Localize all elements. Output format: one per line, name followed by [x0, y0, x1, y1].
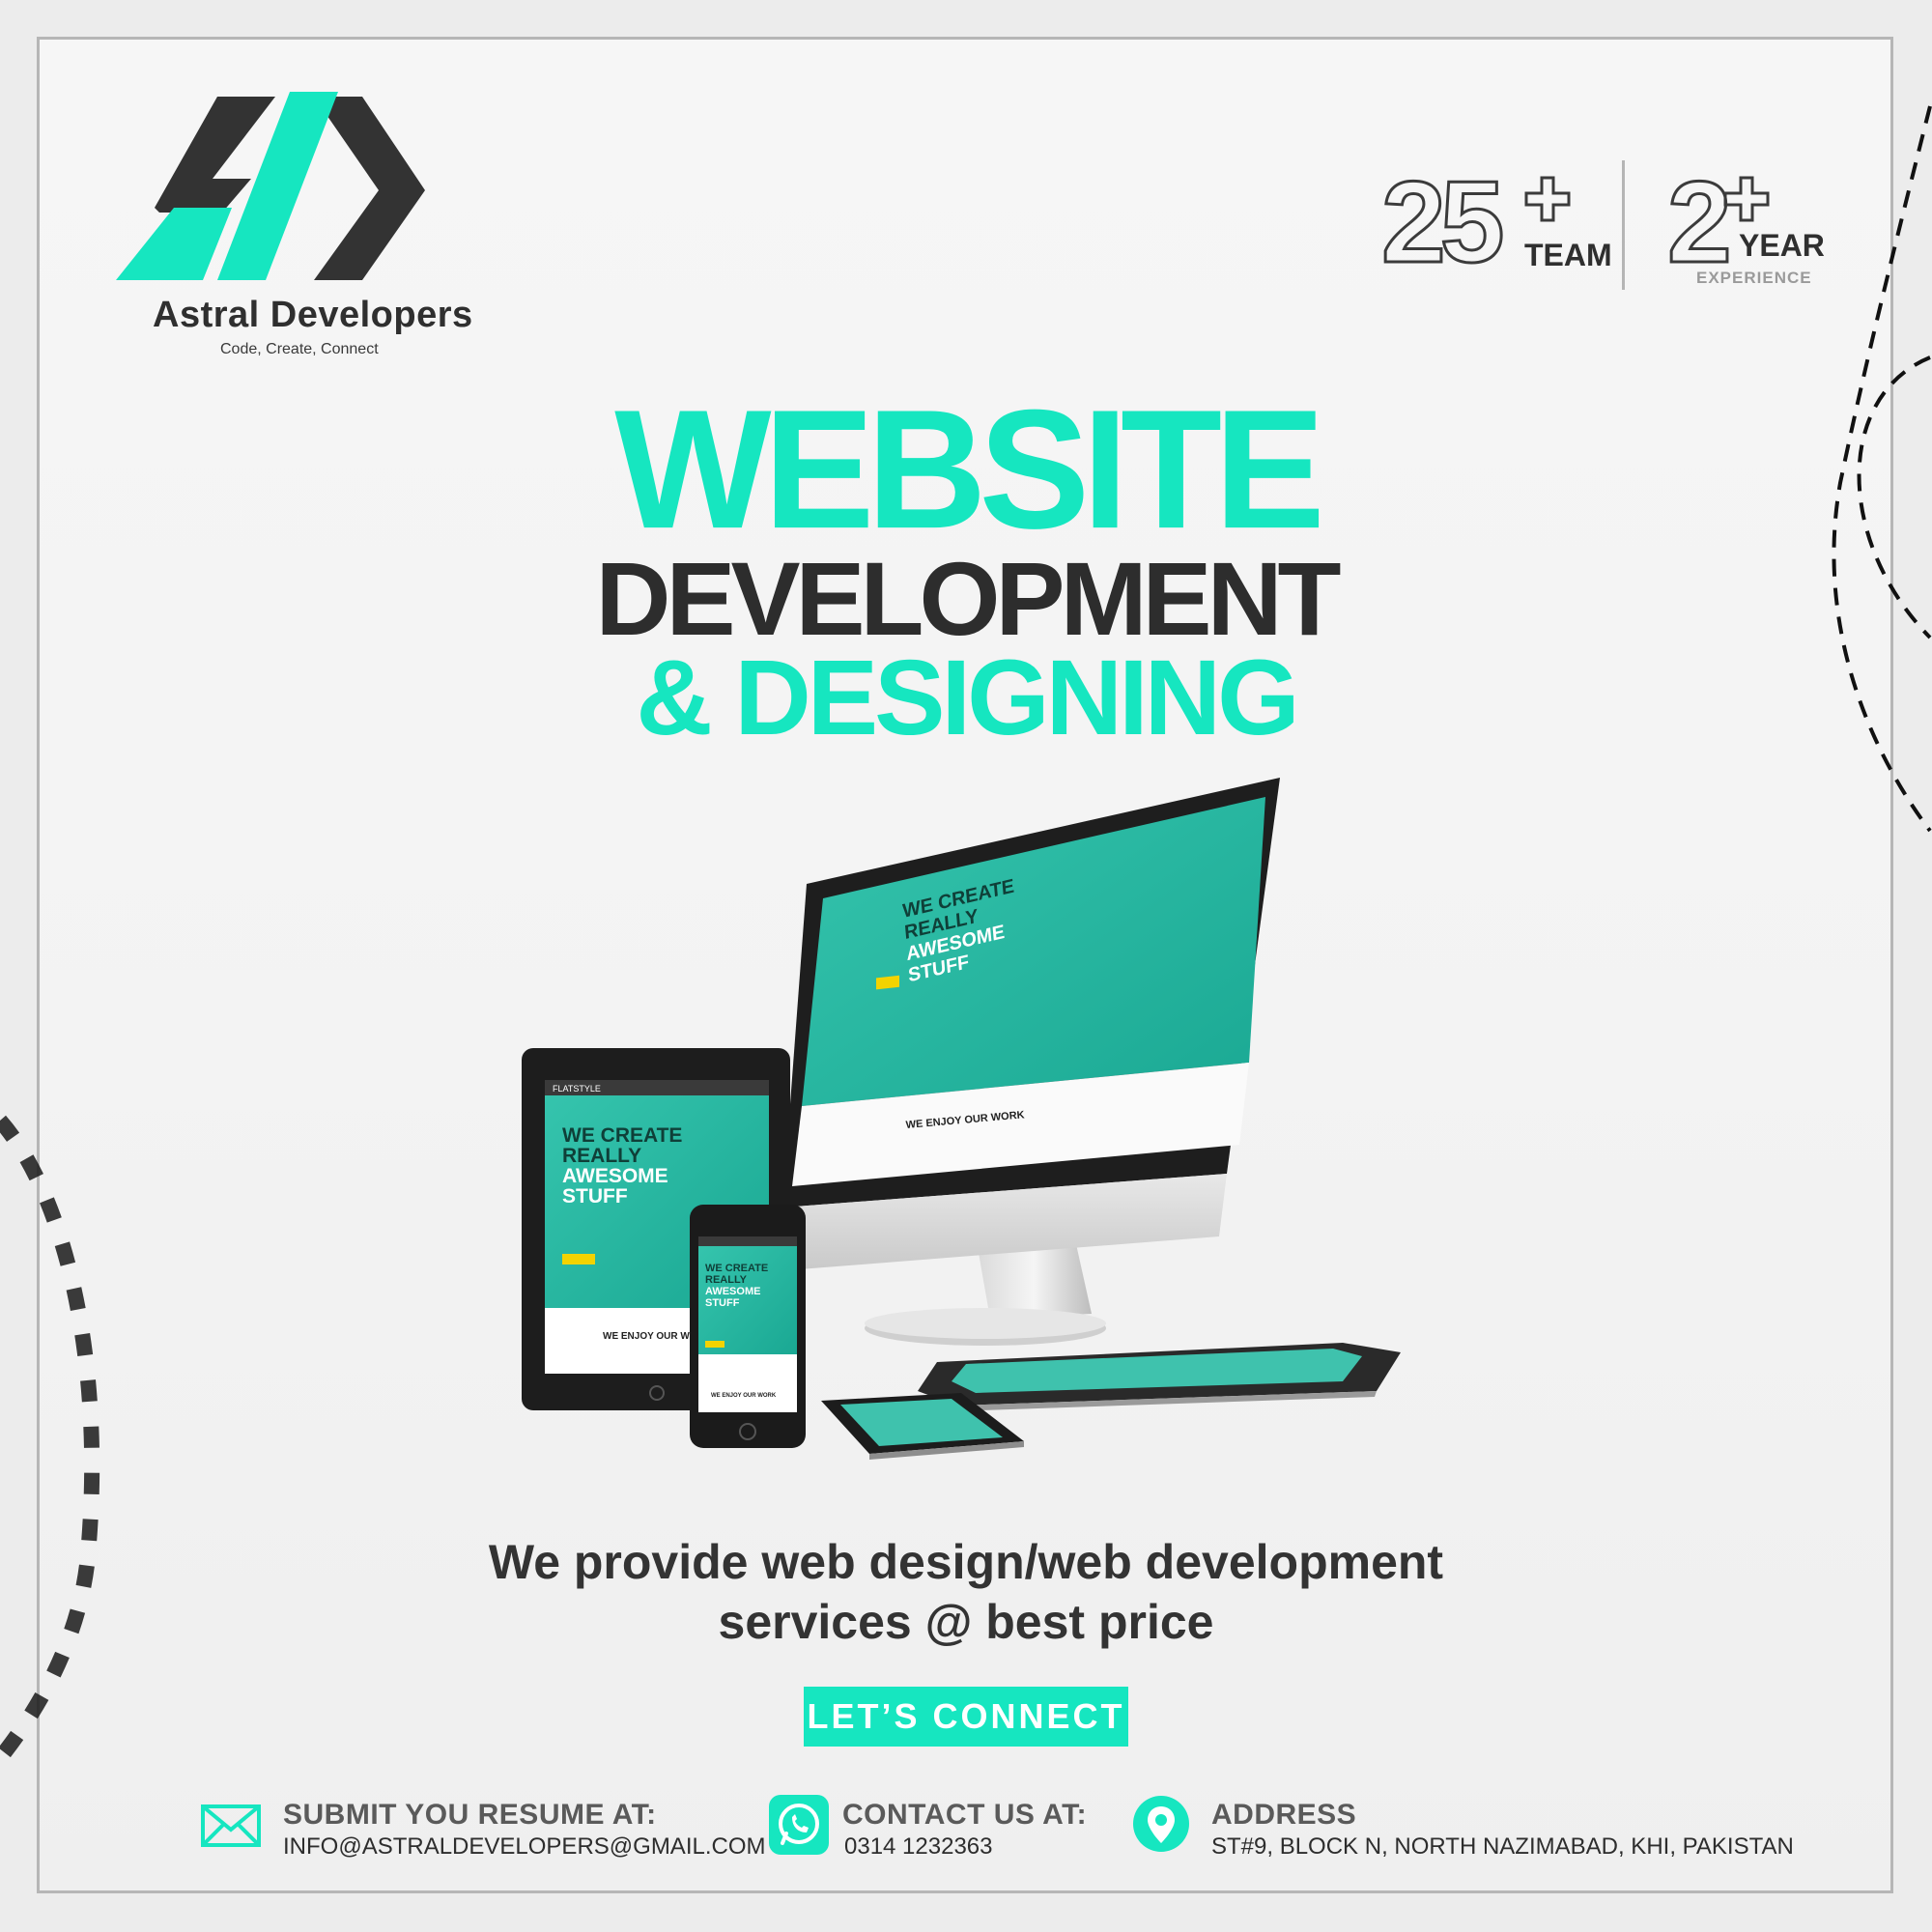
- tablet-hero-line3: AWESOME: [562, 1165, 668, 1187]
- tagline-line1: We provide web design/web development: [488, 1535, 1444, 1589]
- brand-name: Astral Developers: [153, 295, 473, 335]
- devices-illustration: WE CREATE REALLY AWESOME STUFF WE ENJOY …: [522, 778, 1401, 1460]
- brand-logo: Astral Developers Code, Create, Connect: [106, 92, 473, 357]
- monitor-cta-button: [876, 975, 899, 990]
- headline-development: DEVELOPMENT: [595, 540, 1341, 657]
- tablet-brand-mark: FLATSTYLE: [553, 1084, 601, 1094]
- headline-website: WEBSITE: [614, 375, 1325, 564]
- location-pin-icon: [1133, 1796, 1189, 1852]
- experience-sub: EXPERIENCE: [1696, 269, 1812, 287]
- headline-designing: & DESIGNING: [636, 639, 1299, 757]
- experience-label: YEAR: [1739, 228, 1825, 263]
- phone-footer-text: WE ENJOY OUR WORK: [711, 1393, 777, 1399]
- team-count: 25: [1379, 157, 1506, 287]
- plus-icon: [1524, 176, 1571, 222]
- lets-connect-button[interactable]: LET’S CONNECT: [804, 1687, 1128, 1747]
- monitor: [775, 778, 1280, 1271]
- whatsapp-icon: [769, 1795, 829, 1855]
- stats-divider: [1622, 160, 1625, 290]
- tablet-cta-button: [562, 1254, 595, 1264]
- experience-count: 2: [1666, 157, 1734, 287]
- tablet-hero-line1: WE CREATE: [562, 1124, 682, 1147]
- footer-resume: SUBMIT YOU RESUME AT: INFO@ASTRALDEVELOP…: [201, 1795, 766, 1862]
- phone-hero-line4: STUFF: [705, 1297, 740, 1309]
- address-value: ST#9, BLOCK N, NORTH NAZIMABAD, KHI, PAK…: [1211, 1833, 1794, 1860]
- resume-title: SUBMIT YOU RESUME AT:: [283, 1799, 657, 1831]
- flat-tablet: [918, 1343, 1401, 1411]
- address-title: ADDRESS: [1211, 1799, 1357, 1831]
- team-label: TEAM: [1524, 238, 1612, 272]
- phone-hero-line1: WE CREATE: [705, 1263, 768, 1274]
- brand-tagline: Code, Create, Connect: [220, 341, 379, 357]
- tagline-line2: services @ best price: [718, 1595, 1214, 1649]
- contact-phone-link[interactable]: 0314 1232363: [844, 1833, 993, 1861]
- envelope-icon: [201, 1804, 261, 1847]
- tablet-hero-line2: REALLY: [562, 1145, 641, 1167]
- resume-email-link[interactable]: INFO@ASTRALDEVELOPERS@GMAIL.COM: [283, 1833, 766, 1861]
- phone-hero-line3: AWESOME: [705, 1286, 760, 1297]
- phone-hero-line2: REALLY: [705, 1274, 748, 1286]
- contact-title: CONTACT US AT:: [842, 1799, 1088, 1831]
- logo-code-icon: [116, 92, 425, 280]
- footer-contact: CONTACT US AT: 0314 1232363: [769, 1795, 1087, 1862]
- stats-block: 25 TEAM 2 YEAR EXPERIENCE: [1379, 155, 1826, 299]
- tablet-hero-line4: STUFF: [562, 1185, 628, 1208]
- footer-address: ADDRESS ST#9, BLOCK N, NORTH NAZIMABAD, …: [1132, 1795, 1794, 1862]
- phone: WE CREATE REALLY AWESOME STUFF WE ENJOY …: [690, 1205, 806, 1448]
- phone-cta-button: [705, 1341, 724, 1348]
- plus-icon: [1723, 176, 1770, 222]
- service-tagline: We provide web design/web development se…: [0, 1532, 1932, 1652]
